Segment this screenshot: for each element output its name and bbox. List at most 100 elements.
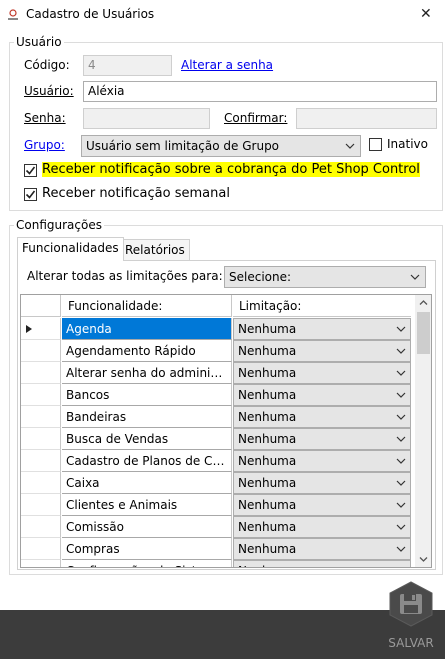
usuario-label: Usuário: [24,84,74,98]
funcionalidade-cell[interactable]: Alterar senha do administrador [62,362,232,384]
column-header-limitacao[interactable]: Limitação: [233,295,411,317]
funcionalidade-cell[interactable]: Agendamento Rápido [62,340,232,362]
scroll-up-icon[interactable] [419,299,428,306]
limitacao-select[interactable]: Nenhuma [233,362,411,384]
table-row[interactable]: Agenda Nenhuma [21,318,417,340]
limitacao-select-value: Nenhuma [238,454,297,468]
table-row[interactable]: Compras Nenhuma [21,538,417,560]
senha-input[interactable] [83,108,210,129]
limitacao-select[interactable]: Nenhuma [233,428,411,450]
row-selector[interactable] [21,340,61,362]
funcionalidade-cell[interactable]: Caixa [62,472,232,494]
limitacao-select[interactable]: Nenhuma [233,472,411,494]
alterar-todas-label: Alterar todas as limitações para: [27,269,223,283]
scrollbar-thumb[interactable] [417,312,430,354]
close-button[interactable]: ✕ [420,6,432,22]
confirmar-label: Confirmar: [224,111,288,125]
table-row[interactable]: Bancos Nenhuma [21,384,417,406]
limitacao-select[interactable]: Nenhuma [233,318,411,340]
grid-vertical-scrollbar[interactable] [415,295,431,567]
table-row[interactable]: Caixa Nenhuma [21,472,417,494]
limitacao-select-value: Nenhuma [238,542,297,556]
funcionalidade-cell[interactable]: Bancos [62,384,232,406]
chevron-down-icon [396,436,406,442]
table-row[interactable]: Busca de Vendas Nenhuma [21,428,417,450]
row-selector[interactable] [21,362,61,384]
funcionalidade-cell[interactable]: Clientes e Animais [62,494,232,516]
limitacao-select-value: Nenhuma [238,476,297,490]
chevron-down-icon [396,326,406,332]
limitacao-select[interactable]: Nenhuma [233,538,411,560]
chevron-down-icon [396,392,406,398]
save-button[interactable]: SALVAR [388,581,434,651]
limitacao-select-value: Nenhuma [238,410,297,424]
chevron-down-icon [396,524,406,530]
table-row[interactable]: Agendamento Rápido Nenhuma [21,340,417,362]
footer-bar [0,610,445,659]
column-header-funcionalidade[interactable]: Funcionalidade: [62,295,232,317]
table-row[interactable]: Bandeiras Nenhuma [21,406,417,428]
inativo-label: Inativo [387,137,428,151]
alterar-todas-select-value: Selecione: [229,270,292,284]
limitacao-select[interactable]: Nenhuma [233,406,411,428]
row-selector[interactable] [21,450,61,472]
funcionalidade-cell[interactable]: Compras [62,538,232,560]
table-row[interactable]: Configurações do Sistema Nenhuma [21,560,417,567]
alterar-todas-select[interactable]: Selecione: [224,266,426,288]
grupo-select[interactable]: Usuário sem limitação de Grupo [81,135,361,157]
configuracoes-group-legend: Configurações [16,218,102,232]
confirmar-input[interactable] [296,108,437,129]
app-logo-icon [6,8,20,22]
notif-cobranca-checkbox[interactable] [24,164,37,177]
grupo-label-link[interactable]: Grupo: [24,138,65,152]
row-selector[interactable] [21,516,61,538]
limitacao-select-value: Nenhuma [238,432,297,446]
limitacao-select[interactable]: Nenhuma [233,494,411,516]
chevron-down-icon [396,348,406,354]
table-row[interactable]: Cadastro de Planos de Contas Nenhuma [21,450,417,472]
row-selector[interactable] [21,428,61,450]
row-selector[interactable] [21,494,61,516]
tab-relatorios[interactable]: Relatórios [120,239,190,261]
checkmark-icon [25,190,36,199]
grupo-select-value: Usuário sem limitação de Grupo [86,139,280,153]
usuario-input[interactable]: Aléxia [83,81,437,102]
row-selector[interactable] [21,472,61,494]
table-row[interactable]: Clientes e Animais Nenhuma [21,494,417,516]
funcionalidade-cell[interactable]: Comissão [62,516,232,538]
limitacao-select[interactable]: Nenhuma [233,384,411,406]
row-selector[interactable] [21,560,61,567]
funcionalidade-cell[interactable]: Cadastro de Planos de Contas [62,450,232,472]
row-selector[interactable] [21,318,61,340]
row-selector[interactable] [21,406,61,428]
table-row[interactable]: Comissão Nenhuma [21,516,417,538]
window-title: Cadastro de Usuários [26,7,155,21]
chevron-down-icon [396,458,406,464]
inativo-checkbox[interactable] [369,138,382,151]
alterar-senha-link[interactable]: Alterar a senha [181,58,273,72]
tab-funcionalidades[interactable]: Funcionalidades [17,237,124,261]
limitacao-select-value: Nenhuma [238,322,297,336]
notif-semanal-label: Receber notificação semanal [42,186,230,201]
limitacao-select[interactable]: Nenhuma [233,516,411,538]
limitacao-select[interactable]: Nenhuma [233,560,411,567]
funcionalidade-cell[interactable]: Agenda [62,318,232,340]
limitacao-select[interactable]: Nenhuma [233,450,411,472]
funcionalidade-cell[interactable]: Busca de Vendas [62,428,232,450]
row-selector[interactable] [21,538,61,560]
scroll-down-icon[interactable] [419,556,428,563]
codigo-field: 4 [83,55,172,76]
limitacao-select-value: Nenhuma [238,498,297,512]
chevron-down-icon [396,480,406,486]
row-selector[interactable] [21,384,61,406]
table-row[interactable]: Alterar senha do administrador Nenhuma [21,362,417,384]
funcionalidade-cell[interactable]: Bandeiras [62,406,232,428]
chevron-down-icon [396,546,406,552]
current-row-arrow-icon [26,325,32,333]
funcionalidade-cell[interactable]: Configurações do Sistema [62,560,232,567]
limitacao-select[interactable]: Nenhuma [233,340,411,362]
notif-cobranca-label: Receber notificação sobre a cobrança do … [42,162,420,177]
limitacao-select-value: Nenhuma [238,388,297,402]
chevron-down-icon [396,370,406,376]
notif-semanal-checkbox[interactable] [24,188,37,201]
